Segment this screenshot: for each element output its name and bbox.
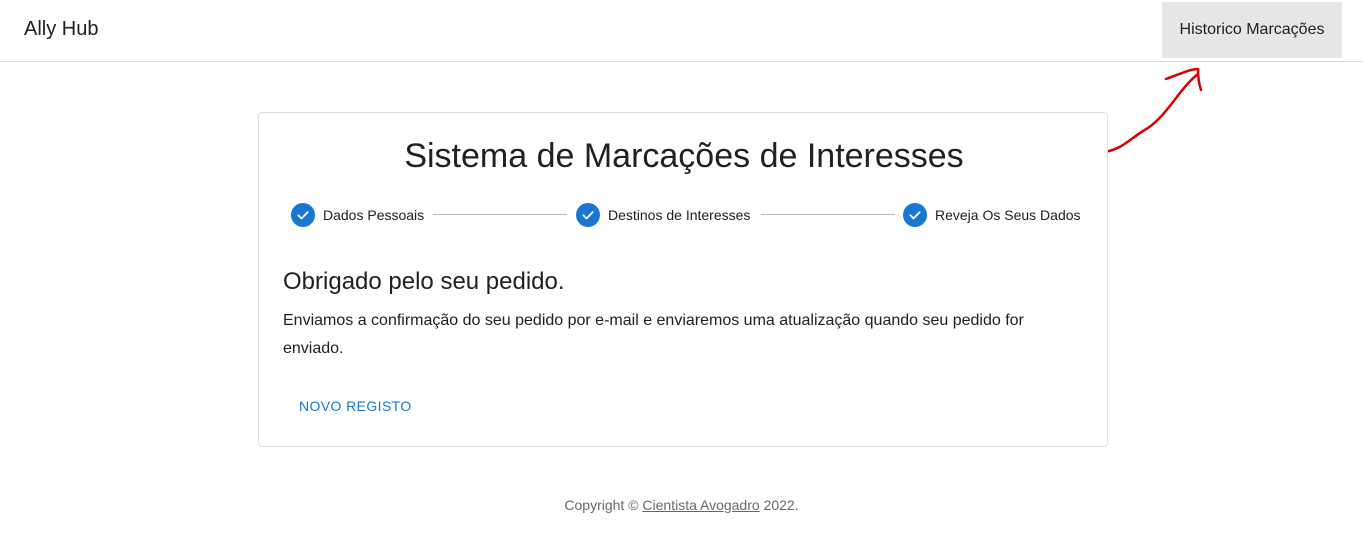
check-circle-icon bbox=[576, 203, 600, 227]
page-title: Sistema de Marcações de Interesses bbox=[404, 137, 964, 175]
novo-registo-button[interactable]: NOVO REGISTO bbox=[285, 388, 426, 424]
step-reveja-os-seus-dados: Reveja Os Seus Dados bbox=[903, 202, 1081, 228]
registration-card: Sistema de Marcações de Interesses Dados… bbox=[258, 112, 1108, 447]
confirmation-heading: Obrigado pelo seu pedido. bbox=[283, 268, 565, 295]
step-label: Reveja Os Seus Dados bbox=[935, 207, 1081, 223]
brand-title: Ally Hub bbox=[24, 18, 99, 40]
step-label: Dados Pessoais bbox=[323, 207, 425, 223]
check-circle-icon bbox=[903, 203, 927, 227]
step-connector bbox=[761, 214, 895, 215]
step-connector bbox=[433, 214, 567, 215]
step-dados-pessoais: Dados Pessoais bbox=[291, 202, 424, 228]
confirmation-message: Enviamos a confirmação do seu pedido por… bbox=[283, 312, 1024, 357]
step-label: Destinos de Interesses bbox=[608, 207, 751, 223]
historico-marcacoes-button[interactable]: Historico Marcações bbox=[1162, 2, 1342, 58]
copyright-link[interactable]: Cientista Avogadro bbox=[642, 497, 759, 513]
copyright-prefix: Copyright © bbox=[564, 497, 643, 513]
stepper: Dados Pessoais Destinos de Interesses Re… bbox=[291, 202, 1081, 228]
step-destinos-de-interesses: Destinos de Interesses bbox=[576, 202, 750, 228]
app-bar: Ally Hub Historico Marcações bbox=[0, 0, 1363, 62]
copyright-suffix: 2022. bbox=[759, 497, 799, 513]
footer: Copyright © Cientista Avogadro 2022. bbox=[0, 497, 1363, 513]
check-circle-icon bbox=[291, 203, 315, 227]
